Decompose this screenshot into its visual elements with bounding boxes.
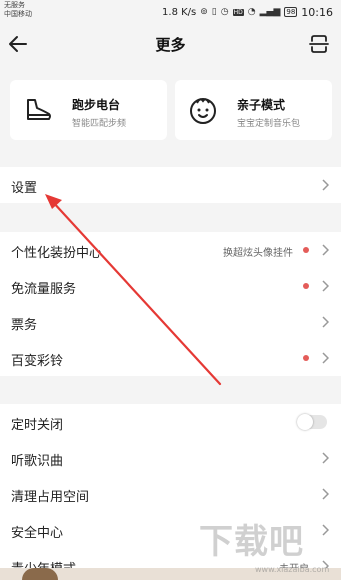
scan-icon [309,35,329,53]
watermark-logo: 下载吧 [199,522,304,562]
red-dot-badge [303,355,309,361]
watermark: 下载吧 www.xiazaiba.com [199,514,337,576]
red-dot-badge [303,247,309,253]
sleep-timer-toggle[interactable] [297,414,327,430]
watermark-url: www.xiazaiba.com [255,565,330,574]
red-dot-badge [303,283,309,289]
row-label: 票务 [11,318,38,333]
tickets-row[interactable]: 票务 [0,304,341,340]
network-speed: 1.8 K/s [162,6,197,18]
scan-button[interactable] [307,32,331,56]
hotspot-icon: ⊚ [200,7,208,17]
sleep-timer-row: 定时关闭 [0,404,341,440]
free-data-service-row[interactable]: 免流量服务 [0,268,341,304]
alarm-icon: ◷ [220,7,229,17]
carrier-name: 中国移动 [4,10,32,18]
status-icons: 1.8 K/s ⊚ ▯ ◷ HD ◔ ▂▄▆ 98 10:16 [162,5,333,19]
row-label: 百变彩铃 [11,354,64,369]
status-bar: 无服务 中国移动 1.8 K/s ⊚ ▯ ◷ HD ◔ ▂▄▆ 98 10:16 [0,0,341,26]
hd-badge: HD [232,8,244,16]
parent-child-mode-card[interactable]: 亲子模式 宝宝定制音乐包 [175,80,332,140]
signal-icon: ▂▄▆ [259,7,281,17]
chevron-right-icon [322,280,329,292]
battery-icon: 98 [284,7,298,17]
baby-face-icon [190,98,216,124]
row-label: 清理占用空间 [11,490,90,505]
wifi-icon: ◔ [247,7,256,17]
carrier-no-service: 无服务 [4,1,25,9]
clear-storage-row[interactable]: 清理占用空间 [0,476,341,512]
settings-row[interactable]: 设置 [0,167,341,203]
row-label: 设置 [11,181,38,196]
row-label: 个性化装扮中心 [11,246,103,261]
row-label: 定时关闭 [11,418,64,433]
clock: 10:16 [301,5,333,19]
row-label: 免流量服务 [11,282,77,297]
card-subtitle: 智能匹配步频 [72,119,127,129]
toggle-knob [297,414,313,430]
chevron-right-icon [322,244,329,256]
row-hint: 换超炫头像挂件 [223,248,293,259]
page-title: 更多 [155,36,186,54]
vibrate-icon: ▯ [211,7,217,17]
row-label: 安全中心 [11,526,64,541]
header: 更多 [0,26,341,62]
card-title: 亲子模式 [237,98,286,112]
card-title: 跑步电台 [72,98,121,112]
chevron-right-icon [322,179,329,191]
running-shoe-icon [27,99,51,120]
album-thumbnail [22,568,58,580]
personal-decoration-row[interactable]: 个性化装扮中心 换超炫头像挂件 [0,232,341,268]
chevron-right-icon [322,316,329,328]
card-subtitle: 宝宝定制音乐包 [237,119,301,129]
row-label: 听歌识曲 [11,454,64,469]
carrier-info: 无服务 中国移动 [4,1,32,19]
chevron-right-icon [322,452,329,464]
running-radio-card[interactable]: 跑步电台 智能匹配步频 [10,80,167,140]
ringtone-row[interactable]: 百变彩铃 [0,340,341,376]
chevron-right-icon [322,352,329,364]
song-recognition-row[interactable]: 听歌识曲 [0,440,341,476]
chevron-right-icon [322,488,329,500]
